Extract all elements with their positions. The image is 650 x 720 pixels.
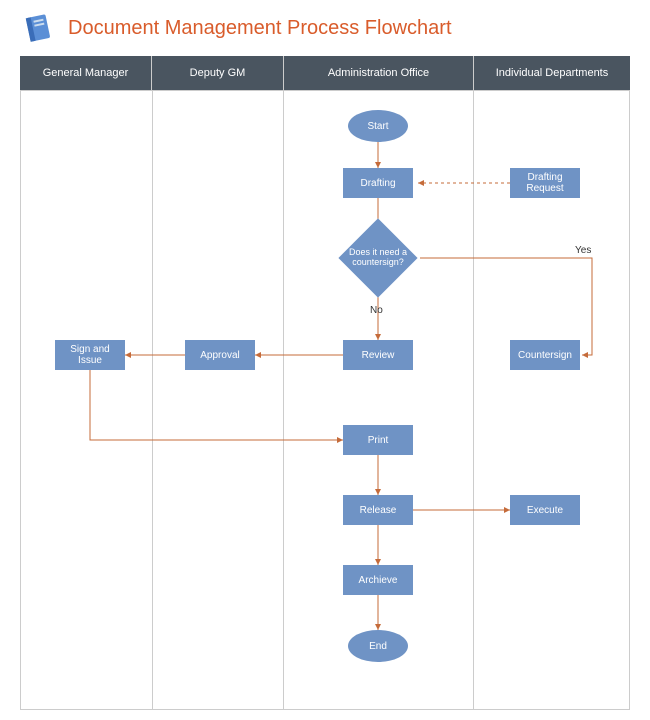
lane-header-gm: General Manager <box>20 56 152 90</box>
decision-text: Does it need a countersign? <box>340 248 416 268</box>
header: Document Management Process Flowchart <box>0 0 650 56</box>
drafting-request-node: Drafting Request <box>510 168 580 198</box>
print-node: Print <box>343 425 413 455</box>
lane-header-admin: Administration Office <box>284 56 474 90</box>
page-title: Document Management Process Flowchart <box>68 17 452 40</box>
end-node: End <box>348 630 408 662</box>
review-node: Review <box>343 340 413 370</box>
document-book-icon <box>20 10 56 46</box>
lane-header-dept: Individual Departments <box>474 56 630 90</box>
lane-dgm <box>153 91 285 709</box>
start-node: Start <box>348 110 408 142</box>
sign-issue-node: Sign and Issue <box>55 340 125 370</box>
lane-gm <box>21 91 153 709</box>
drafting-node: Drafting <box>343 168 413 198</box>
swimlane-header: General Manager Deputy GM Administration… <box>20 56 630 90</box>
label-yes: Yes <box>575 245 591 256</box>
approval-node: Approval <box>185 340 255 370</box>
archive-node: Archieve <box>343 565 413 595</box>
label-no: No <box>370 305 383 316</box>
lane-header-dgm: Deputy GM <box>152 56 284 90</box>
flowchart-container: Document Management Process Flowchart Ge… <box>0 0 650 720</box>
release-node: Release <box>343 495 413 525</box>
decision-node: Does it need a countersign? <box>338 230 418 286</box>
countersign-node: Countersign <box>510 340 580 370</box>
execute-node: Execute <box>510 495 580 525</box>
